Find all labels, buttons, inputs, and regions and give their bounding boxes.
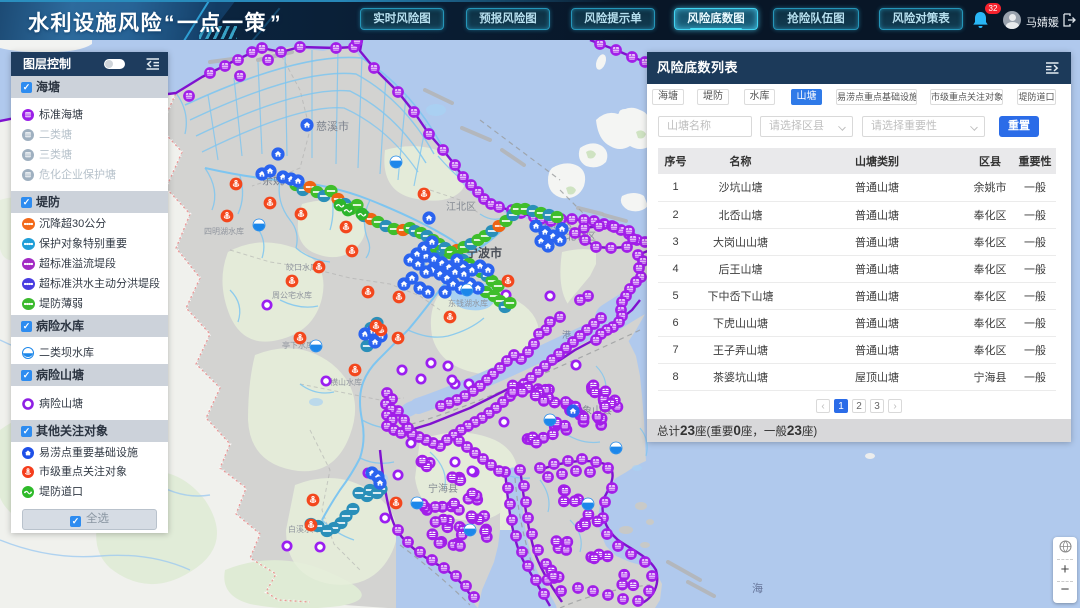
svg-text:慈溪市: 慈溪市 xyxy=(316,119,349,133)
svg-text:海: 海 xyxy=(752,581,763,595)
svg-text:江北区: 江北区 xyxy=(446,201,476,213)
svg-text:横山水库: 横山水库 xyxy=(330,377,362,387)
svg-text:东钱湖水库: 东钱湖水库 xyxy=(448,298,488,308)
svg-text:宁海县: 宁海县 xyxy=(428,482,458,495)
svg-text:四明湖水库: 四明湖水库 xyxy=(204,226,244,236)
svg-text:周公宅水库: 周公宅水库 xyxy=(272,290,312,300)
